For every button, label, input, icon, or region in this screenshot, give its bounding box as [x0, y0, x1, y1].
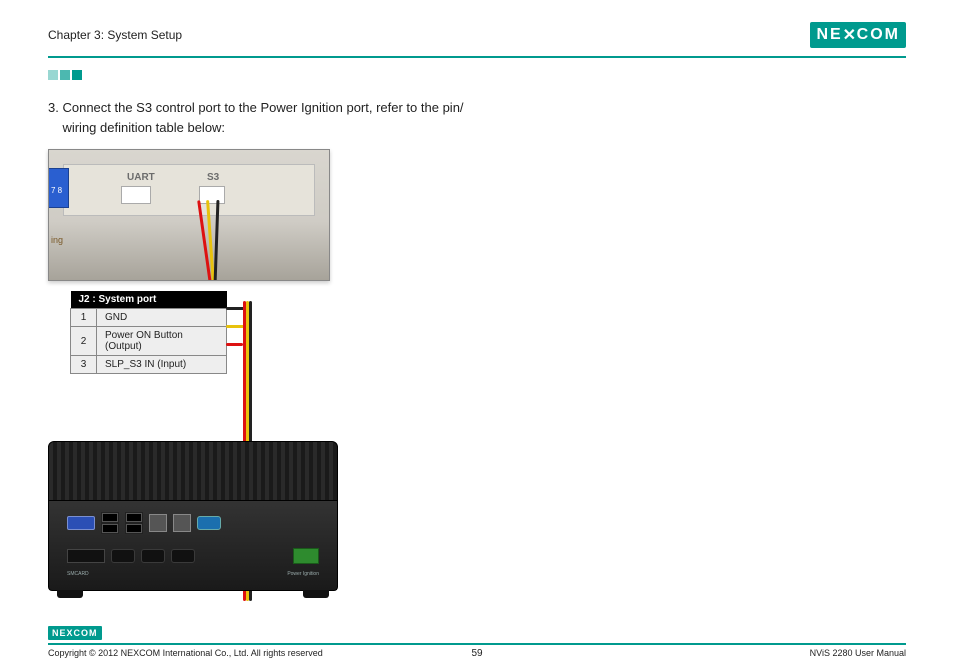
header-divider	[48, 56, 906, 58]
pin-num: 1	[71, 309, 97, 327]
wiring-diagram: J2 : System port 1 GND 2 Power ON Button…	[48, 291, 348, 621]
smcard-port-icon	[67, 549, 105, 563]
wire-red-icon	[226, 343, 243, 346]
pin-table-title: J2 : System port	[71, 291, 227, 309]
logo-part2: COM	[857, 26, 900, 44]
table-row: 2 Power ON Button (Output)	[71, 327, 227, 356]
pin-desc: SLP_S3 IN (Input)	[97, 356, 227, 374]
smcard-label: SMCARD	[67, 571, 89, 577]
rj45-port-icon	[173, 514, 191, 532]
terminal-numbers: 7 8	[51, 186, 62, 195]
logo-x-icon: ✕	[843, 25, 857, 45]
com-port-icon	[111, 549, 135, 563]
power-ignition-port-icon	[293, 548, 319, 564]
device-unit: SMCARD Power Ignition	[48, 441, 338, 611]
com-port-icon	[141, 549, 165, 563]
s3-connector	[199, 186, 225, 204]
rj45-port-icon	[149, 514, 167, 532]
uart-label: UART	[127, 172, 155, 183]
s3-label: S3	[207, 172, 219, 183]
power-ignition-label: Power Ignition	[287, 571, 319, 577]
pin-desc: Power ON Button (Output)	[97, 327, 227, 356]
pin-desc: GND	[97, 309, 227, 327]
step-line-2: wiring definition table below:	[62, 120, 225, 135]
vga-port-icon	[67, 516, 95, 530]
chapter-title: Chapter 3: System Setup	[48, 28, 182, 42]
table-row: 1 GND	[71, 309, 227, 327]
table-row: 3 SLP_S3 IN (Input)	[71, 356, 227, 374]
logo-part1: NE	[816, 26, 842, 44]
brand-logo: NE✕COM	[810, 22, 906, 48]
step-instruction: 3. Connect the S3 control port to the Po…	[48, 98, 508, 137]
usb-port-icon	[101, 512, 119, 534]
pin-num: 2	[71, 327, 97, 356]
footer-logo: NEXCOM	[48, 626, 102, 640]
uart-connector	[121, 186, 151, 204]
decorative-squares	[48, 70, 906, 80]
serial-port-icon	[197, 516, 221, 530]
com-port-icon	[171, 549, 195, 563]
step-line-1: Connect the S3 control port to the Power…	[62, 100, 463, 115]
step-number: 3.	[48, 100, 59, 115]
page-number: 59	[48, 648, 906, 659]
usb-port-icon	[125, 512, 143, 534]
photo-edge-text: ing	[51, 235, 63, 245]
footer-divider	[48, 643, 906, 645]
hardware-photo: 7 8 ing UART S3	[48, 149, 330, 281]
pin-definition-table: J2 : System port 1 GND 2 Power ON Button…	[70, 291, 227, 374]
pin-num: 3	[71, 356, 97, 374]
